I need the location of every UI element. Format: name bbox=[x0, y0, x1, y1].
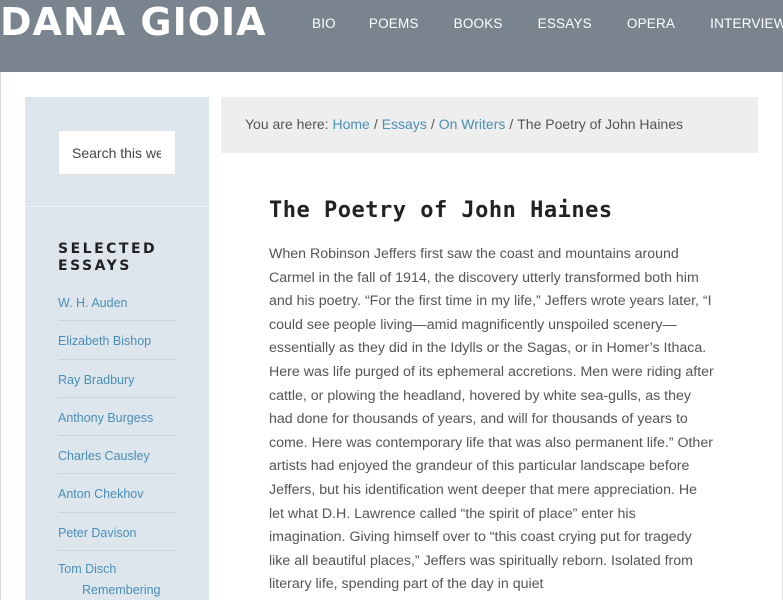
list-item: Anthony Burgess bbox=[58, 398, 176, 437]
nav-books[interactable]: BOOKS bbox=[454, 16, 503, 31]
essay-link-disch-continued: Remembering bbox=[82, 583, 161, 598]
breadcrumb-separator: / bbox=[373, 116, 378, 132]
essay-link-davison[interactable]: Peter Davison bbox=[58, 526, 137, 540]
sidebar: SELECTED ESSAYS W. H. Auden Elizabeth Bi… bbox=[25, 97, 209, 600]
site-header: DANA GIOIA BIO POEMS BOOKS ESSAYS OPERA … bbox=[0, 0, 783, 72]
site-logo[interactable]: DANA GIOIA bbox=[0, 2, 267, 42]
selected-essays-heading: SELECTED ESSAYS bbox=[58, 241, 158, 274]
breadcrumb-separator: / bbox=[509, 116, 514, 132]
essay-link-bradbury[interactable]: Ray Bradbury bbox=[58, 373, 134, 387]
list-item: Anton Chekhov bbox=[58, 474, 176, 513]
breadcrumb-on-writers[interactable]: On Writers bbox=[439, 116, 506, 132]
essay-link-auden[interactable]: W. H. Auden bbox=[58, 296, 127, 310]
search-widget bbox=[25, 97, 209, 207]
breadcrumb: You are here: Home / Essays / On Writers / The… bbox=[221, 97, 758, 153]
nav-essays[interactable]: ESSAYS bbox=[538, 16, 592, 31]
breadcrumb-separator: / bbox=[430, 116, 435, 132]
list-item: Peter Davison bbox=[58, 513, 176, 552]
essay-link-causley[interactable]: Charles Causley bbox=[58, 449, 150, 463]
nav-poems[interactable]: POEMS bbox=[369, 16, 419, 31]
search-input[interactable] bbox=[58, 130, 176, 175]
nav-interviews[interactable]: INTERVIEWS bbox=[710, 16, 783, 31]
essay-link-bishop[interactable]: Elizabeth Bishop bbox=[58, 334, 151, 348]
essay-link-chekhov[interactable]: Anton Chekhov bbox=[58, 487, 143, 501]
page-title: The Poetry of John Haines bbox=[269, 198, 613, 223]
list-item: Ray Bradbury bbox=[58, 360, 176, 398]
breadcrumb-current: The Poetry of John Haines bbox=[517, 116, 684, 132]
breadcrumb-essays[interactable]: Essays bbox=[382, 116, 427, 132]
article-paragraph: When Robinson Jeffers first saw the coas… bbox=[269, 246, 714, 593]
list-item: Elizabeth Bishop bbox=[58, 321, 176, 360]
list-item: W. H. Auden bbox=[58, 283, 176, 322]
essay-list: W. H. Auden Elizabeth Bishop Ray Bradbur… bbox=[58, 283, 176, 597]
essay-link-burgess[interactable]: Anthony Burgess bbox=[58, 411, 153, 425]
nav-bio[interactable]: BIO bbox=[312, 16, 336, 31]
essay-link-disch-label: Tom Disch bbox=[58, 562, 117, 577]
article-body: When Robinson Jeffers first saw the coas… bbox=[269, 243, 714, 597]
list-item: Charles Causley bbox=[58, 436, 176, 475]
breadcrumb-prefix: You are here: bbox=[245, 116, 329, 132]
nav-opera[interactable]: OPERA bbox=[627, 16, 675, 31]
list-item: Tom Disch Remembering bbox=[58, 551, 176, 597]
main-nav: BIO POEMS BOOKS ESSAYS OPERA INTERVIEWS bbox=[312, 16, 783, 31]
breadcrumb-home[interactable]: Home bbox=[332, 116, 369, 132]
essay-link-disch[interactable]: Tom Disch Remembering bbox=[58, 562, 176, 597]
